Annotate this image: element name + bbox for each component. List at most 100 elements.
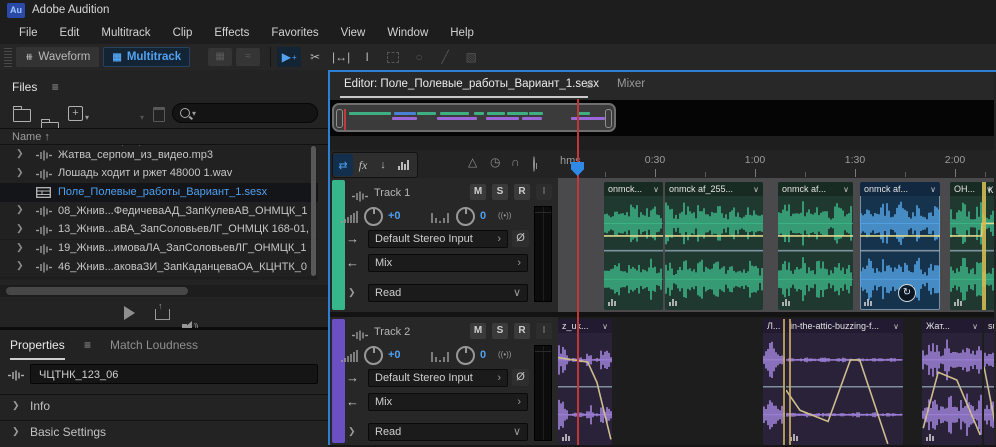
clip-gain-icon[interactable] (926, 434, 934, 441)
automation-mode-select[interactable]: Read∨ (368, 284, 528, 302)
playhead-marker[interactable] (571, 162, 584, 176)
file-list-vertical-scrollbar[interactable] (311, 146, 316, 276)
phase-invert-button[interactable]: Ø (512, 369, 529, 386)
navigator-right-handle[interactable] (605, 109, 612, 128)
input-select[interactable]: Default Stereo Input› (368, 230, 508, 248)
menu-edit[interactable]: Edit (49, 22, 91, 44)
volume-value[interactable]: +0 (388, 349, 401, 361)
navigator-left-handle[interactable] (336, 109, 343, 128)
file-row[interactable]: ❯Жатва_серпом_из_видео.mp3 (0, 146, 318, 166)
audio-clip[interactable]: Л... (763, 319, 785, 445)
monitor-icon[interactable]: ∩ (511, 155, 520, 169)
move-tool[interactable]: ▶+ (277, 47, 301, 67)
expand-chevron-icon[interactable]: ❯ (16, 204, 24, 215)
new-content-icon[interactable]: + (68, 106, 83, 121)
file-row[interactable]: Поле_Полевые_работы_Вариант_1.sesx (0, 183, 318, 203)
record-arm-button[interactable]: R (514, 184, 530, 200)
solo-button[interactable]: S (492, 323, 508, 339)
mute-button[interactable]: M (470, 323, 486, 339)
phase-invert-button[interactable]: Ø (512, 230, 529, 247)
menu-favorites[interactable]: Favorites (260, 22, 329, 44)
menu-window[interactable]: Window (376, 22, 439, 44)
track-separator[interactable] (330, 312, 994, 317)
file-list-horizontal-scrollbar[interactable] (0, 285, 328, 297)
audio-clip[interactable]: onmck af...∨↻ (860, 182, 940, 310)
file-row[interactable]: ❯19_Жнив...имоваЛА_ЗапСоловьевЛГ_ОНМЦК_1 (0, 240, 318, 260)
section-basic-settings[interactable]: ❯Basic Settings (0, 420, 328, 446)
menu-help[interactable]: Help (439, 22, 485, 44)
expand-chevron-icon[interactable]: ❯ (16, 167, 24, 178)
section-info[interactable]: ❯Info (0, 394, 328, 420)
editor-panel-menu-icon[interactable]: ≡ (586, 78, 593, 92)
menu-multitrack[interactable]: Multitrack (90, 22, 161, 44)
audio-clip[interactable]: z_uk...∨ (558, 319, 612, 445)
bus-select[interactable]: Mix› (368, 254, 528, 272)
clip-name-field[interactable]: ЧЦТНК_123_06 (30, 364, 318, 384)
mute-button[interactable]: M (470, 184, 486, 200)
track-name[interactable]: Track 2 (374, 326, 410, 338)
expand-chevron-icon[interactable]: ❯ (16, 223, 24, 234)
input-monitor-button[interactable]: I (536, 184, 552, 200)
file-row[interactable]: ❯Лошадь ходит и ржет 48000 1.wav (0, 165, 318, 185)
clip-gain-icon[interactable] (669, 299, 677, 306)
audio-clip[interactable]: Жат...∨ (922, 319, 982, 445)
scrollbar-thumb[interactable] (6, 287, 188, 295)
razor-tool[interactable]: ✂ (303, 47, 327, 67)
receive-icon[interactable]: ((•)) (498, 211, 511, 220)
audio-clip[interactable]: ОН...∨КЦ... (950, 182, 994, 310)
match-loudness-tab[interactable]: Match Loudness (110, 338, 198, 352)
properties-tab[interactable]: Properties (10, 338, 65, 360)
audio-clip[interactable]: onmck af...∨ (778, 182, 853, 310)
expand-chevron-icon[interactable]: ❯ (12, 426, 20, 437)
bus-select[interactable]: Mix› (368, 393, 528, 411)
toolbar-grip[interactable] (4, 47, 12, 67)
clip-gain-icon[interactable] (790, 434, 798, 441)
clip-gain-icon[interactable] (608, 299, 616, 306)
track-color-strip[interactable] (332, 180, 345, 310)
files-name-column-header[interactable]: Name ↑ (0, 128, 328, 145)
pan-knob[interactable] (456, 346, 475, 365)
track-color-strip[interactable] (332, 319, 345, 443)
audio-clip[interactable]: su... (984, 319, 994, 445)
clip-gain-icon[interactable] (562, 434, 570, 441)
time-selection-tool[interactable]: I (355, 47, 379, 67)
pan-value[interactable]: 0 (480, 210, 486, 222)
expand-chevron-icon[interactable]: ❯ (12, 400, 20, 411)
pan-value[interactable]: 0 (480, 349, 486, 361)
slip-tool[interactable]: |↔| (329, 47, 353, 67)
audio-clip[interactable]: in-the-attic-buzzing-f...∨ (786, 319, 903, 445)
new-content-caret-icon[interactable]: ▾ (85, 113, 89, 122)
open-file-icon[interactable] (13, 109, 31, 122)
audio-clip[interactable]: onmck af_255...∨ (665, 182, 763, 310)
automation-expand-icon[interactable]: ❯ (348, 426, 356, 437)
search-input[interactable]: ▾ (172, 103, 318, 123)
marker-pin-icon[interactable] (533, 157, 535, 171)
expand-chevron-icon[interactable]: ❯ (16, 242, 24, 253)
pan-knob[interactable] (456, 207, 475, 226)
timeline-ruler[interactable]: ⇄ fx ↓ △ ◷ ∩ hms 0:301:001:302:00 (330, 150, 994, 179)
volume-knob[interactable] (364, 207, 383, 226)
mixer-tab[interactable]: Mixer (617, 78, 645, 90)
audio-clip[interactable]: onmck...∨ (604, 182, 663, 310)
loop-icon[interactable]: ↻ (898, 284, 916, 302)
timeline-navigator[interactable] (330, 100, 994, 136)
files-tab[interactable]: Files (12, 80, 37, 94)
file-row[interactable]: ❯08_Жнив...ФедичеваАД_ЗапКулевАВ_ОНМЦК_1 (0, 202, 318, 222)
input-select[interactable]: Default Stereo Input› (368, 369, 508, 387)
clip-gain-icon[interactable] (782, 299, 790, 306)
automation-mode-select[interactable]: Read∨ (368, 423, 528, 441)
record-arm-button[interactable]: R (514, 323, 530, 339)
track-lane[interactable]: onmck...∨onmck af_255...∨onmck af...∨onm… (558, 178, 994, 312)
stretch-icon[interactable]: ◷ (490, 155, 500, 169)
volume-value[interactable]: +0 (388, 210, 401, 222)
export-icon[interactable] (155, 309, 170, 320)
metering-icon[interactable] (393, 154, 413, 176)
file-row[interactable]: ❯46_Жнив...аковаЗИ_ЗапКаданцеваОА_КЦНТК_… (0, 258, 318, 278)
editor-tab[interactable]: Editor: Поле_Полевые_работы_Вариант_1.se… (344, 78, 599, 90)
track-lane[interactable]: z_uk...∨ Л...in-the-attic-buzzing-f...∨Жа… (558, 317, 994, 445)
volume-knob[interactable] (364, 346, 383, 365)
toggle-clip-moving-icon[interactable]: ⇄ (333, 154, 353, 176)
metronome-icon[interactable]: △ (468, 155, 477, 169)
file-row[interactable]: ❯13_Жнив...аВА_ЗапСоловьевЛГ_ОНМЦК 168-0… (0, 221, 318, 241)
automation-expand-icon[interactable]: ❯ (348, 287, 356, 298)
